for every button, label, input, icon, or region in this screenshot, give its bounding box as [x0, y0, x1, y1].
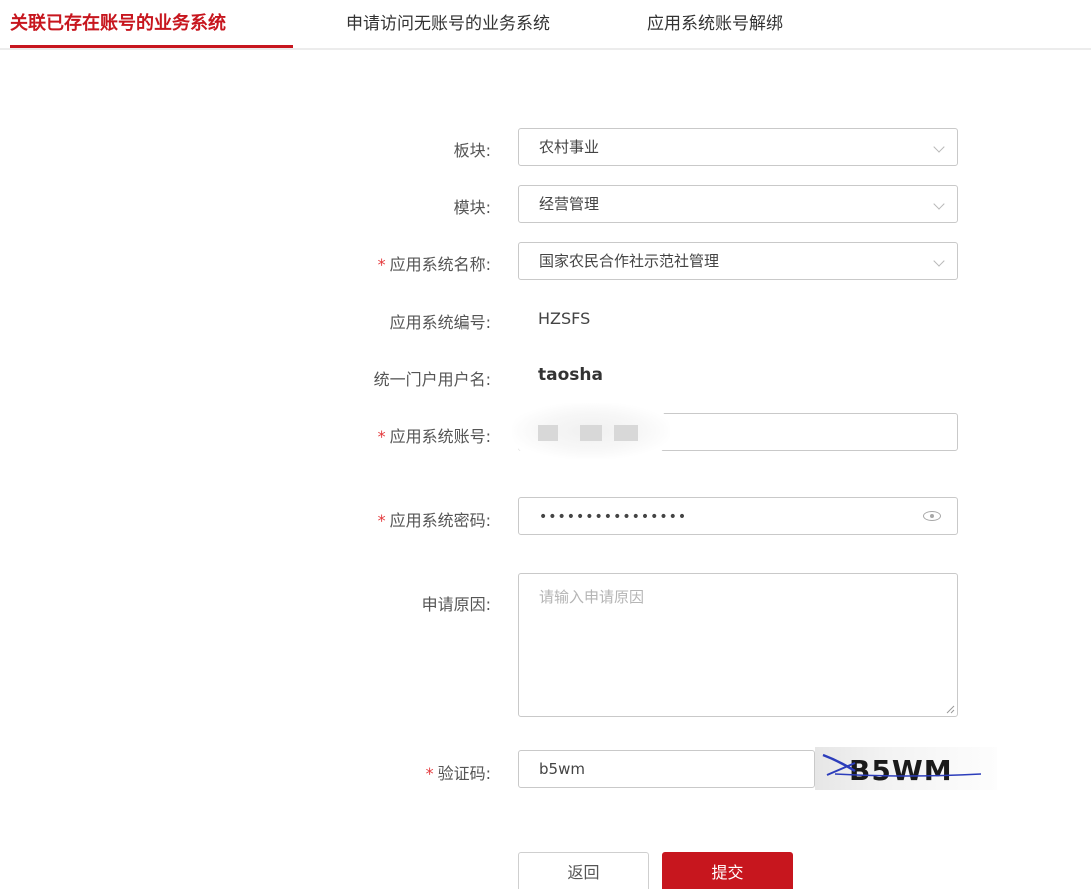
reason-placeholder: 请输入申请原因 [539, 588, 645, 606]
required-mark: * [377, 427, 386, 446]
sector-select[interactable]: 农村事业 [518, 128, 958, 166]
captcha-input[interactable]: b5wm [518, 750, 815, 788]
reason-textarea[interactable]: 请输入申请原因 [518, 573, 958, 717]
sector-label: 板块: [453, 141, 491, 160]
redacted-account-value [538, 425, 638, 441]
required-mark: * [377, 255, 386, 274]
tab-unbind-account[interactable]: 应用系统账号解绑 [647, 10, 783, 48]
app-code-value: HZSFS [538, 309, 591, 328]
reason-label: 申请原因: [421, 595, 491, 614]
captcha-image-text: B5WM [849, 754, 953, 787]
password-value: •••••••••••••••• [539, 509, 688, 525]
sector-value: 农村事业 [539, 138, 600, 156]
app-password-label: * 应用系统密码: [377, 511, 491, 530]
captcha-value: b5wm [539, 760, 585, 778]
app-name-value: 国家农民合作社示范社管理 [539, 252, 720, 270]
tab-bar: 关联已存在账号的业务系统 申请访问无账号的业务系统 应用系统账号解绑 [0, 0, 1091, 50]
app-password-input[interactable]: •••••••••••••••• [518, 497, 958, 535]
module-select[interactable]: 经营管理 [518, 185, 958, 223]
submit-button[interactable]: 提交 [662, 852, 793, 889]
module-label: 模块: [453, 198, 491, 217]
app-name-label: * 应用系统名称: [377, 255, 491, 274]
captcha-label: * 验证码: [425, 764, 491, 783]
resize-grip-icon[interactable] [945, 704, 955, 714]
chevron-down-icon [933, 255, 945, 267]
captcha-image[interactable]: B5WM [815, 747, 997, 790]
portal-user-value: taosha [538, 365, 603, 385]
app-name-select[interactable]: 国家农民合作社示范社管理 [518, 242, 958, 280]
tab-request-access[interactable]: 申请访问无账号的业务系统 [346, 10, 550, 48]
module-value: 经营管理 [539, 195, 600, 213]
eye-icon[interactable] [923, 511, 941, 521]
chevron-down-icon [933, 198, 945, 210]
app-account-label: * 应用系统账号: [377, 427, 491, 446]
tab-link-existing-account[interactable]: 关联已存在账号的业务系统 [10, 10, 293, 48]
required-mark: * [425, 764, 434, 783]
portal-user-label: 统一门户用户名: [373, 370, 491, 389]
captcha-graphic: B5WM [822, 753, 982, 787]
required-mark: * [377, 511, 386, 530]
app-code-label: 应用系统编号: [389, 313, 491, 332]
chevron-down-icon [933, 141, 945, 153]
back-button[interactable]: 返回 [518, 852, 649, 889]
